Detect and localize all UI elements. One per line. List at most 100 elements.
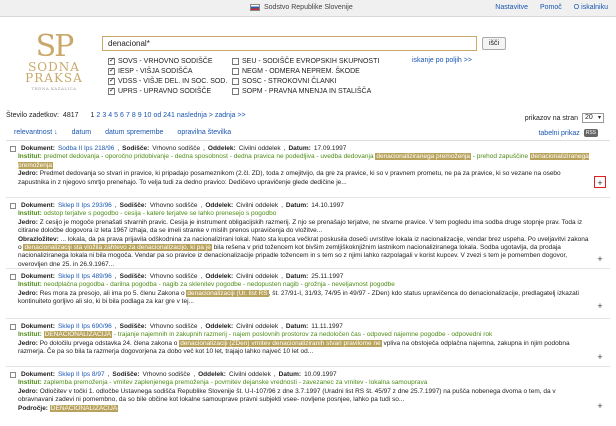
expand-button[interactable]: + — [594, 400, 606, 412]
checkbox-icon[interactable] — [232, 88, 239, 95]
db-option-sosc[interactable]: SOSC - STROKOVNI ČLANKI — [232, 77, 379, 86]
database-column-2: SEU - SODIŠČE EVROPSKIH SKUPNOSTI NEGM -… — [232, 57, 379, 96]
checkbox-icon[interactable] — [232, 58, 239, 65]
date-value: 14.10.1997 — [311, 202, 344, 209]
court-value: Vrhovno sodišče — [149, 202, 198, 209]
jedro-text: Res mora za presojo, ali ima po 5. členu… — [39, 289, 185, 297]
doc-link[interactable]: Sklep II Ips 489/96 — [58, 273, 112, 281]
highlight: DENACIONALIZACIJA — [49, 404, 119, 412]
page-3[interactable]: 3 — [102, 112, 106, 119]
search-button[interactable]: išči — [482, 37, 506, 50]
settings-link[interactable]: Nastavitve — [495, 4, 528, 11]
doc-link[interactable]: Sklep II Ips 293/96 — [58, 202, 112, 210]
institut-text: odstop terjatve s pogodbo - cesija - kat… — [43, 210, 277, 218]
divider — [6, 366, 610, 367]
select-checkbox[interactable] — [10, 146, 16, 153]
podrocje-label: Področje: — [18, 404, 48, 412]
checkbox-icon[interactable] — [108, 76, 115, 85]
doc-link[interactable]: Sklep II Ips 8/97 — [58, 371, 105, 379]
table-view-link[interactable]: tabelni prikaz — [538, 130, 579, 137]
dept-value: Civilni oddelek — [228, 371, 271, 378]
logo[interactable]: SP SODNA PRAKSA TRDNA KAZALICA — [24, 29, 84, 92]
date-value: 10.09.1997 — [304, 371, 337, 378]
institut-text: - trajanje najemnih in zakupnih razmerij… — [112, 331, 493, 339]
page-10[interactable]: 10 — [144, 112, 152, 119]
db-option-sopm[interactable]: SOPM - PRAVNA MNENJA IN STALIŠČA — [232, 87, 379, 96]
jedro-text: Z cesijo je mogoče prenašati stvarnih pr… — [18, 218, 583, 235]
select-checkbox[interactable] — [10, 274, 16, 281]
obrazlozitev-label: Obrazložitev: — [18, 235, 59, 243]
checkbox-icon[interactable] — [108, 66, 115, 75]
jedro-text: Odločitev v točki 1. odločbe Ustavnega s… — [18, 387, 556, 404]
search-input[interactable] — [102, 36, 477, 51]
select-checkbox[interactable] — [10, 203, 16, 210]
page-8[interactable]: 8 — [132, 112, 136, 119]
jedro-label: Jedro: — [18, 218, 38, 226]
db-option-seu[interactable]: SEU - SODIŠČE EVROPSKIH SKUPNOSTI — [232, 57, 379, 66]
page-4[interactable]: 4 — [108, 112, 112, 119]
court-value: Vrhovno sodišče — [149, 273, 198, 280]
divider — [6, 140, 610, 141]
checkbox-icon[interactable] — [108, 56, 115, 65]
date-label: Datum: — [278, 371, 302, 378]
court-value: Vrhovno sodišče — [142, 371, 191, 378]
help-link[interactable]: Pomoč — [540, 4, 562, 11]
select-checkbox[interactable] — [10, 372, 16, 379]
jedro-text: Po določilu prvega odstavka 24. člena za… — [39, 339, 178, 347]
date-value: 11.11.1997 — [311, 323, 343, 330]
page-5[interactable]: 5 — [114, 112, 118, 119]
divider — [6, 197, 610, 198]
divider — [6, 318, 610, 319]
checkbox-icon[interactable] — [232, 78, 239, 85]
sort-date-modified[interactable]: datum spremembe — [105, 129, 163, 136]
result-item: Dokument: Sklep II Ips 8/97, Sodišče: Vr… — [10, 371, 610, 413]
institut-text: zaplemba premoženja - vrnitev zaplenjene… — [43, 379, 428, 387]
result-item: Dokument: Sklep II Ips 293/96, Sodišče: … — [10, 202, 610, 269]
db-label: NEGM - ODMERA NEPREM. ŠKODE — [242, 68, 360, 75]
institut-text: - prehod zapuščine — [470, 153, 529, 161]
db-label: SOSC - STROKOVNI ČLANKI — [242, 78, 337, 85]
divider — [6, 268, 610, 269]
per-page-label: prikazov na stran — [524, 114, 578, 122]
page-7[interactable]: 7 — [126, 112, 130, 119]
per-page-select[interactable]: 20 — [582, 113, 604, 123]
expand-button[interactable]: + — [594, 300, 606, 312]
page-6[interactable]: 6 — [120, 112, 124, 119]
dept-label: Oddelek: — [205, 273, 234, 280]
page-2[interactable]: 2 — [96, 112, 100, 119]
db-label: IESP - VIŠJA SODIŠČA — [118, 68, 193, 75]
about-link[interactable]: O iskalniku — [574, 4, 608, 11]
expand-button[interactable]: + — [594, 253, 606, 265]
highlight: denacionaliziranega premoženja — [375, 153, 471, 161]
db-option-iesp[interactable]: IESP - VIŠJA SODIŠČA — [108, 66, 227, 76]
db-option-negm[interactable]: NEGM - ODMERA NEPREM. ŠKODE — [232, 67, 379, 76]
site-name: Sodstvo Republike Slovenije — [264, 4, 353, 11]
logo-sp: SP — [35, 29, 75, 64]
db-option-sovs[interactable]: SOVS - VRHOVNO SODIŠČE — [108, 56, 227, 66]
expand-button[interactable]: + — [594, 351, 606, 363]
court-label: Sodišče: — [119, 273, 147, 280]
checkbox-icon[interactable] — [232, 68, 239, 75]
expand-button[interactable]: + — [594, 176, 606, 188]
rss-icon[interactable]: RSS — [583, 129, 598, 137]
sort-case-number[interactable]: opravilna številka — [177, 129, 231, 136]
doc-link[interactable]: Sodba II Ips 218/96 — [58, 145, 114, 153]
dept-value: Civilni oddelek — [238, 145, 281, 152]
db-option-uprs[interactable]: UPRS - UPRAVNO SODIŠČE — [108, 86, 227, 96]
doc-link[interactable]: Sklep II Ips 690/96 — [58, 323, 112, 331]
sort-date[interactable]: datum — [72, 129, 91, 136]
sort-relevance[interactable]: relevantnost ↓ — [14, 129, 58, 136]
next-page-link[interactable]: naslednja > — [177, 112, 213, 119]
jedro-label: Jedro: — [18, 387, 38, 395]
db-option-vdss[interactable]: VDSS - VIŠJE DEL. IN SOC. SOD. — [108, 76, 227, 86]
advanced-search-link[interactable]: iskanje po poljih >> — [412, 57, 472, 64]
top-links: Nastavitve Pomoč O iskalniku — [495, 4, 608, 11]
date-value: 17.09.1997 — [313, 145, 347, 152]
last-page-link[interactable]: zadnja >> — [215, 112, 246, 119]
jedro-label: Jedro: — [18, 170, 38, 178]
checkbox-icon[interactable] — [108, 86, 115, 95]
select-checkbox[interactable] — [10, 324, 16, 331]
page-9[interactable]: 9 — [138, 112, 142, 119]
page-1: 1 — [90, 112, 95, 119]
page-total[interactable]: od 241 — [153, 112, 174, 119]
